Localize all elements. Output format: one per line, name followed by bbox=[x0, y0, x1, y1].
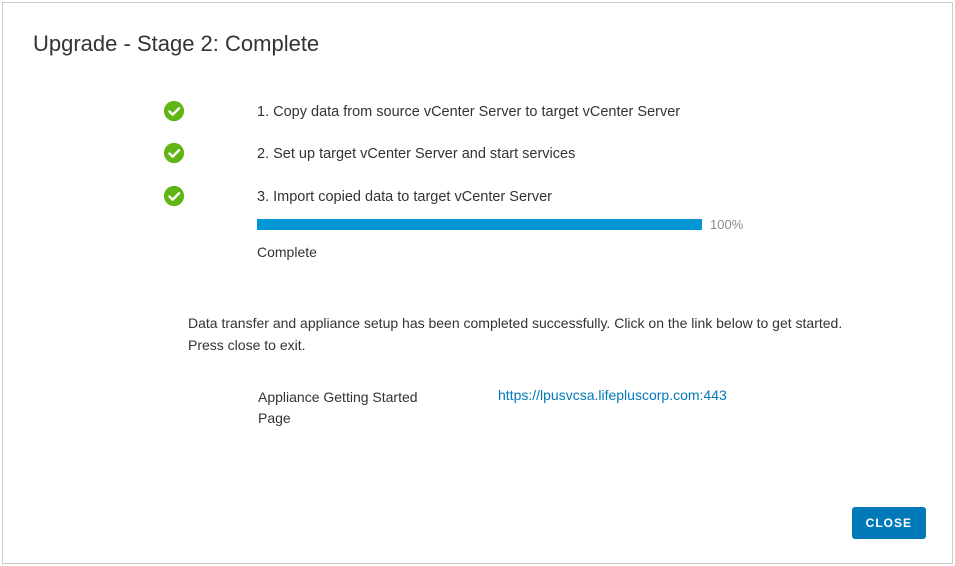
step-label: 3. Import copied data to target vCenter … bbox=[257, 187, 952, 207]
progress-percent: 100% bbox=[710, 217, 743, 232]
close-button[interactable]: CLOSE bbox=[852, 507, 926, 539]
step-row: 2. Set up target vCenter Server and star… bbox=[163, 144, 952, 164]
progress-status: Complete bbox=[257, 244, 952, 260]
check-icon bbox=[163, 142, 185, 164]
message-block: Data transfer and appliance setup has be… bbox=[3, 312, 952, 429]
check-icon bbox=[163, 185, 185, 207]
step-label: 1. Copy data from source vCenter Server … bbox=[257, 102, 952, 122]
step-content: 2. Set up target vCenter Server and star… bbox=[257, 144, 952, 164]
step-content: 3. Import copied data to target vCenter … bbox=[257, 187, 952, 260]
dialog-footer: CLOSE bbox=[852, 507, 926, 539]
step-row: 3. Import copied data to target vCenter … bbox=[163, 187, 952, 260]
step-row: 1. Copy data from source vCenter Server … bbox=[163, 102, 952, 122]
completion-message: Data transfer and appliance setup has be… bbox=[188, 312, 862, 357]
appliance-link[interactable]: https://lpusvcsa.lifepluscorp.com:443 bbox=[498, 387, 727, 429]
link-label: Appliance Getting Started Page bbox=[258, 387, 448, 429]
upgrade-dialog: Upgrade - Stage 2: Complete 1. Copy data… bbox=[2, 2, 953, 564]
steps-list: 1. Copy data from source vCenter Server … bbox=[3, 102, 952, 260]
step-label: 2. Set up target vCenter Server and star… bbox=[257, 144, 952, 164]
check-icon bbox=[163, 100, 185, 122]
step-content: 1. Copy data from source vCenter Server … bbox=[257, 102, 952, 122]
progress-bar bbox=[257, 219, 702, 230]
progress-row: 100% bbox=[257, 217, 952, 232]
link-row: Appliance Getting Started Page https://l… bbox=[188, 387, 862, 429]
dialog-title: Upgrade - Stage 2: Complete bbox=[3, 3, 952, 57]
